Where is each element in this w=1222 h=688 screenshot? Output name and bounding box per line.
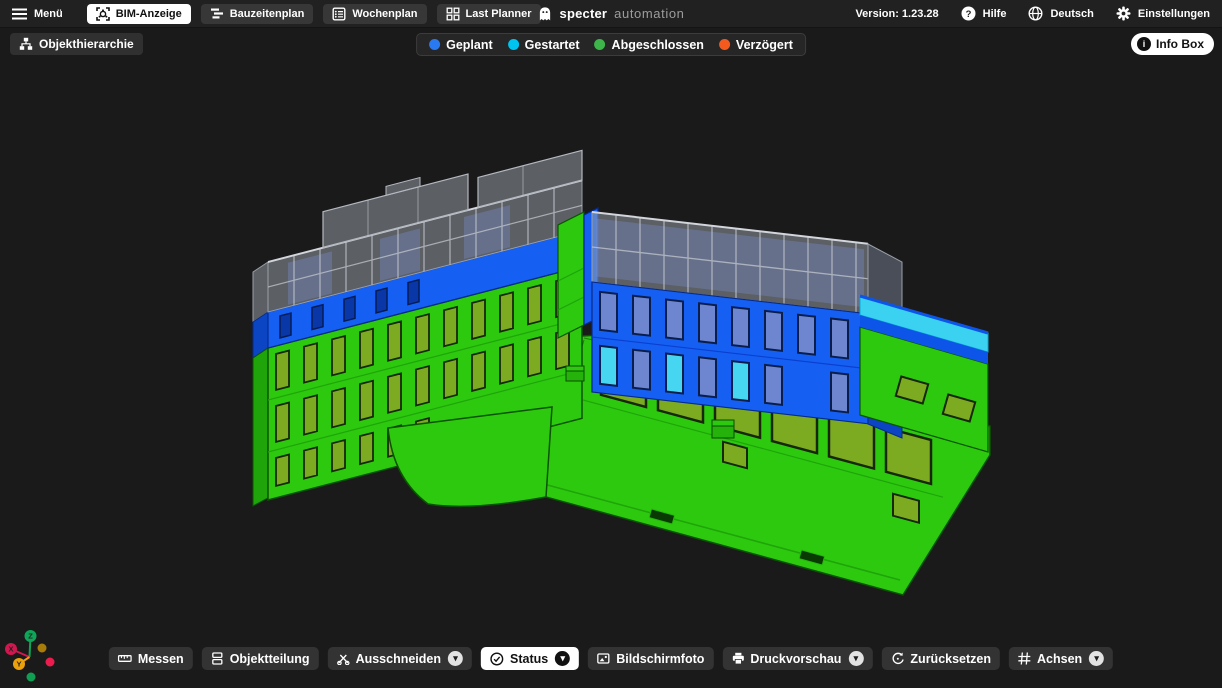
button-label: Achsen [1037, 652, 1082, 666]
menu-label: Menü [34, 8, 63, 20]
button-label: Objektteilung [230, 652, 310, 666]
brand-logo: specter automation [538, 6, 685, 22]
bim-model[interactable] [0, 0, 1222, 688]
axis-gizmo[interactable]: Z X Y [2, 614, 76, 688]
legend-label: Verzögert [736, 38, 793, 52]
status-legend: Geplant Gestartet Abgeschlossen Verzöger… [416, 33, 806, 56]
svg-text:?: ? [965, 9, 971, 20]
globe-icon [1028, 6, 1043, 21]
legend-label: Abgeschlossen [612, 38, 704, 52]
axis-neg-x-handle[interactable] [46, 658, 55, 667]
chevron-down-icon[interactable]: ▾ [848, 651, 863, 666]
screenshot-button[interactable]: Bildschirmfoto [588, 647, 713, 670]
button-label: Status [510, 652, 548, 666]
button-label: Zurücksetzen [910, 652, 991, 666]
svg-text:X: X [8, 645, 13, 654]
language-label: Deutsch [1050, 8, 1093, 20]
axes-grid-icon [1018, 652, 1031, 665]
reset-icon [890, 652, 904, 665]
legend-item-gestartet[interactable]: Gestartet [508, 38, 580, 52]
object-hierarchy-button[interactable]: Objekthierarchie [10, 33, 143, 55]
status-dot-verzoegert [719, 39, 730, 50]
printer-icon [731, 652, 744, 665]
legend-label: Geplant [446, 38, 493, 52]
print-preview-button[interactable]: Druckvorschau ▾ [722, 647, 872, 670]
split-object-icon [211, 652, 224, 665]
tab-bim-anzeige[interactable]: BIM-Anzeige [87, 4, 191, 24]
axis-neg-z-handle[interactable] [27, 673, 36, 682]
hamburger-icon [12, 8, 27, 20]
ruler-icon [118, 652, 132, 665]
reset-button[interactable]: Zurücksetzen [881, 647, 1000, 670]
axis-z-handle[interactable]: Z [25, 630, 37, 642]
axis-y-handle[interactable]: Y [13, 658, 25, 670]
top-bar: Menü BIM-Anzeige Bauzeitenplan Wochenpla… [0, 0, 1222, 28]
tab-label: Last Planner [466, 8, 532, 20]
object-hierarchy-label: Objekthierarchie [39, 37, 134, 51]
legend-label: Gestartet [525, 38, 580, 52]
info-box-label: Info Box [1156, 37, 1204, 51]
language-button[interactable]: Deutsch [1028, 6, 1093, 21]
legend-item-geplant[interactable]: Geplant [429, 38, 493, 52]
tab-last-planner[interactable]: Last Planner [437, 4, 541, 24]
axis-neg-y-handle[interactable] [38, 644, 47, 653]
3d-viewport[interactable]: Z X Y [0, 0, 1222, 688]
hierarchy-icon [19, 37, 33, 51]
button-label: Bildschirmfoto [616, 652, 704, 666]
help-label: Hilfe [983, 8, 1007, 20]
help-button[interactable]: ? Hilfe [961, 6, 1007, 21]
object-split-button[interactable]: Objektteilung [202, 647, 319, 670]
version-label: Version: 1.23.28 [855, 8, 938, 20]
screenshot-icon [597, 652, 610, 665]
tab-label: Bauzeitenplan [230, 8, 305, 20]
status-dot-geplant [429, 39, 440, 50]
weekplan-icon [332, 7, 346, 21]
button-label: Messen [138, 652, 184, 666]
cut-button[interactable]: Ausschneiden ▾ [328, 647, 472, 670]
measure-button[interactable]: Messen [109, 647, 193, 670]
bim-view-icon [96, 7, 110, 21]
status-dot-abgeschlossen [595, 39, 606, 50]
info-box-button[interactable]: i Info Box [1131, 33, 1214, 55]
status-dot-gestartet [508, 39, 519, 50]
status-button[interactable]: Status ▾ [481, 647, 579, 670]
bottom-toolbar: Messen Objektteilung Ausschneiden ▾ Stat… [109, 647, 1113, 670]
button-label: Ausschneiden [356, 652, 441, 666]
gantt-icon [210, 7, 224, 20]
info-icon: i [1137, 37, 1151, 51]
status-check-icon [490, 652, 504, 666]
brand-name: specter [560, 6, 608, 21]
chevron-down-icon[interactable]: ▾ [448, 651, 463, 666]
brand-suffix: automation [614, 6, 684, 21]
tab-label: Wochenplan [352, 8, 417, 20]
tab-bauzeitenplan[interactable]: Bauzeitenplan [201, 4, 314, 24]
scissors-icon [337, 652, 350, 665]
menu-button[interactable]: Menü [12, 8, 63, 20]
chevron-down-icon[interactable]: ▾ [555, 651, 570, 666]
gear-icon [1116, 6, 1131, 21]
svg-text:Y: Y [16, 660, 21, 669]
button-label: Druckvorschau [750, 652, 841, 666]
tab-wochenplan[interactable]: Wochenplan [323, 4, 426, 24]
legend-item-verzoegert[interactable]: Verzögert [719, 38, 793, 52]
svg-text:Z: Z [28, 632, 33, 641]
help-icon: ? [961, 6, 976, 21]
grid-icon [446, 7, 460, 21]
settings-button[interactable]: Einstellungen [1116, 6, 1210, 21]
ghost-logo-icon [538, 6, 553, 22]
tab-label: BIM-Anzeige [116, 8, 182, 20]
axis-x-handle[interactable]: X [5, 643, 17, 655]
axes-button[interactable]: Achsen ▾ [1009, 647, 1113, 670]
legend-item-abgeschlossen[interactable]: Abgeschlossen [595, 38, 704, 52]
chevron-down-icon[interactable]: ▾ [1089, 651, 1104, 666]
settings-label: Einstellungen [1138, 8, 1210, 20]
